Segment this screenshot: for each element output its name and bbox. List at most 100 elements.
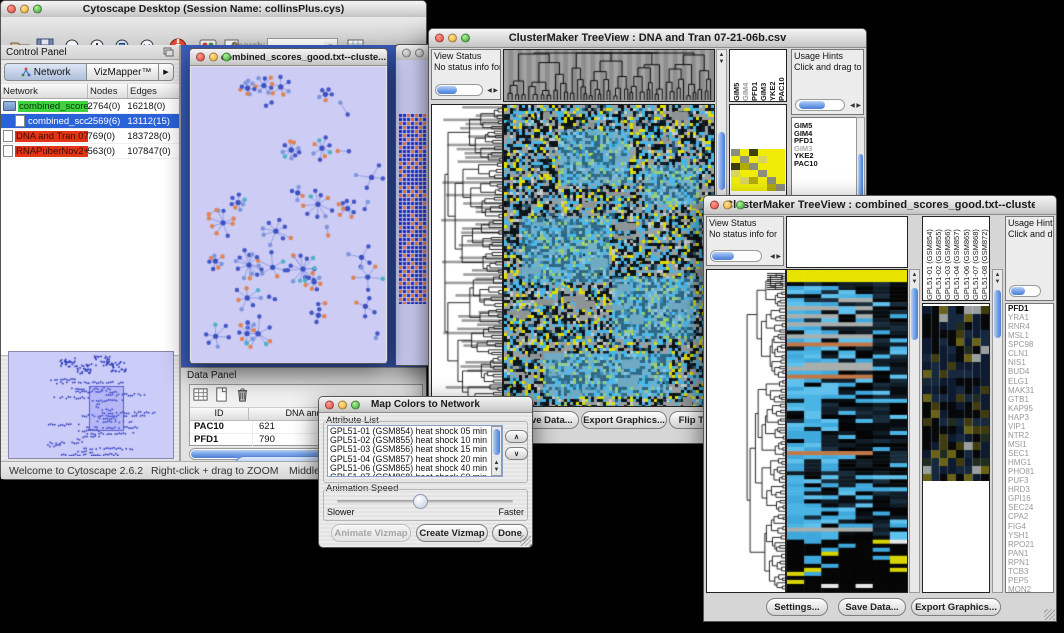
matrix-cell[interactable] [740, 149, 749, 156]
tv2-gene-label[interactable]: MSI1 [1008, 440, 1053, 449]
tv2-gene-label[interactable]: SEC1 [1008, 449, 1053, 458]
zoom-button[interactable] [351, 400, 360, 409]
tv2-gene-label[interactable]: SPC98 [1008, 340, 1053, 349]
tv2-gene-label[interactable]: HMG1 [1008, 458, 1053, 467]
tv2-gene-label[interactable]: YRA1 [1008, 313, 1053, 322]
zoom-button[interactable] [222, 53, 231, 62]
tv1-button-2[interactable]: Export Graphics... [581, 411, 667, 429]
tv2-gene-label[interactable]: GTB1 [1008, 395, 1053, 404]
matrix-cell[interactable] [776, 156, 785, 163]
tab-overflow-arrow[interactable]: ▶ [159, 63, 174, 81]
matrix-cell[interactable] [740, 177, 749, 184]
tv1-gene-label[interactable]: GIM4 [794, 130, 863, 138]
attribute-listbox[interactable]: GPL51-01 (GSM854) heat shock 05 minGPL51… [327, 425, 503, 477]
tv2-gene-label[interactable]: CLN1 [1008, 349, 1053, 358]
map-colors-dialog[interactable]: Map Colors to Network Attribute List GPL… [318, 396, 533, 548]
tv2-gene-label[interactable]: YSH1 [1008, 531, 1053, 540]
matrix-cell[interactable] [776, 170, 785, 177]
tv2-gene-label[interactable]: FIG4 [1008, 522, 1053, 531]
matrix-cell[interactable] [758, 156, 767, 163]
matrix-cell[interactable] [767, 149, 776, 156]
close-button[interactable] [7, 5, 16, 14]
zoom-button[interactable] [736, 201, 745, 210]
network-table-row[interactable]: DNA and Tran 07769(0)183728(0) [1, 129, 179, 144]
matrix-cell[interactable] [731, 170, 740, 177]
tv2-heatmap-global[interactable] [786, 269, 908, 593]
tv1-gene-label[interactable]: GIM3 [794, 145, 863, 153]
scroll-arrows[interactable]: ◀ ▶ [770, 254, 781, 261]
matrix-cell[interactable] [740, 184, 749, 191]
close-button[interactable] [402, 48, 411, 57]
animate-vizmap-button[interactable]: Animate Vizmap [331, 524, 411, 542]
matrix-cell[interactable] [749, 177, 758, 184]
tv2-gene-label[interactable]: MSL1 [1008, 331, 1053, 340]
attribute-list-item[interactable]: GPL51-07 (GSM868) heat shock 60 min [330, 473, 500, 477]
treeview-window-combined[interactable]: ClusterMaker TreeView : combined_scores_… [703, 195, 1057, 622]
tv2-heatmap-zoom[interactable] [922, 303, 990, 593]
birdseye-view[interactable] [8, 351, 174, 459]
zoom-button[interactable] [461, 34, 470, 43]
tv1-heatmap-global[interactable] [503, 104, 715, 407]
matrix-cell[interactable] [740, 170, 749, 177]
tab-vizmapper[interactable]: VizMapper™ [87, 63, 159, 81]
matrix-cell[interactable] [758, 184, 767, 191]
tv2-gene-label[interactable]: RPN1 [1008, 558, 1053, 567]
matrix-cell[interactable] [749, 149, 758, 156]
tv1-gene-label[interactable]: YKE2 [794, 152, 863, 160]
matrix-cell[interactable] [776, 149, 785, 156]
tv2-gene-list[interactable]: PFD1YRA1RNR4MSL1SPC98CLN1NIS1BUD4ELG1MAK… [1005, 303, 1054, 593]
tv1-gene-label[interactable]: PFD1 [794, 137, 863, 145]
move-up-button[interactable]: ∧ [505, 430, 528, 443]
minimize-button[interactable] [20, 5, 29, 14]
main-title-bar[interactable]: Cytoscape Desktop (Session Name: collins… [1, 1, 426, 18]
matrix-cell[interactable] [776, 177, 785, 184]
resize-grip[interactable] [520, 535, 531, 546]
matrix-cell[interactable] [749, 170, 758, 177]
tv2-vscrollbar-global[interactable]: ▲▼ [909, 269, 920, 593]
tv1-hints-scrollbar[interactable] [795, 99, 845, 111]
tv2-gene-label[interactable]: ELG1 [1008, 377, 1053, 386]
delete-attribute-icon[interactable] [234, 386, 251, 403]
tv2-gene-label[interactable]: MON2 [1008, 585, 1053, 593]
tv2-column-dendrogram[interactable] [786, 216, 908, 268]
tv1-gene-label[interactable]: PAC10 [794, 160, 863, 168]
matrix-cell[interactable] [749, 156, 758, 163]
minimize-button[interactable] [415, 48, 424, 57]
network-graph-canvas[interactable] [191, 67, 386, 363]
speed-slider-thumb[interactable] [413, 494, 428, 509]
tv2-hints-scrollbar[interactable] [1009, 285, 1041, 297]
tv2-gene-label[interactable]: HAP3 [1008, 413, 1053, 422]
tv2-gene-label[interactable]: SEC24 [1008, 503, 1053, 512]
tv1-row-dendrogram[interactable] [431, 104, 503, 407]
matrix-cell[interactable] [731, 163, 740, 170]
matrix-cell[interactable] [731, 156, 740, 163]
tv2-gene-label[interactable]: MAK31 [1008, 386, 1053, 395]
matrix-cell[interactable] [767, 156, 776, 163]
matrix-cell[interactable] [749, 163, 758, 170]
minimize-button[interactable] [209, 53, 218, 62]
create-attribute-icon[interactable] [213, 386, 230, 403]
network-table-row[interactable]: RNAPuberNov2+563(0)107847(0) [1, 144, 179, 159]
tv2-gene-label[interactable]: TCB3 [1008, 567, 1053, 576]
tv2-gene-label[interactable]: HRD3 [1008, 485, 1053, 494]
matrix-cell[interactable] [776, 163, 785, 170]
tv1-column-dendrogram[interactable] [503, 49, 715, 102]
matrix-cell[interactable] [767, 163, 776, 170]
tv2-gene-label[interactable]: GPI16 [1008, 494, 1053, 503]
matrix-cell[interactable] [767, 184, 776, 191]
tv2-gene-label[interactable]: RPO21 [1008, 540, 1053, 549]
close-button[interactable] [196, 53, 205, 62]
matrix-cell[interactable] [731, 177, 740, 184]
tv2-button-2[interactable]: Export Graphics... [911, 598, 1001, 616]
tv2-vscrollbar-zoom[interactable]: ▲▼ [992, 269, 1003, 593]
minimize-button[interactable] [338, 400, 347, 409]
tv2-gene-label[interactable]: VIP1 [1008, 422, 1053, 431]
tv2-gene-label[interactable]: RNR4 [1008, 322, 1053, 331]
matrix-cell[interactable] [758, 149, 767, 156]
matrix-cell[interactable] [758, 163, 767, 170]
minimize-button[interactable] [448, 34, 457, 43]
zoom-button[interactable] [33, 5, 42, 14]
matrix-cell[interactable] [758, 177, 767, 184]
resize-grip[interactable] [1044, 609, 1055, 620]
close-button[interactable] [710, 201, 719, 210]
